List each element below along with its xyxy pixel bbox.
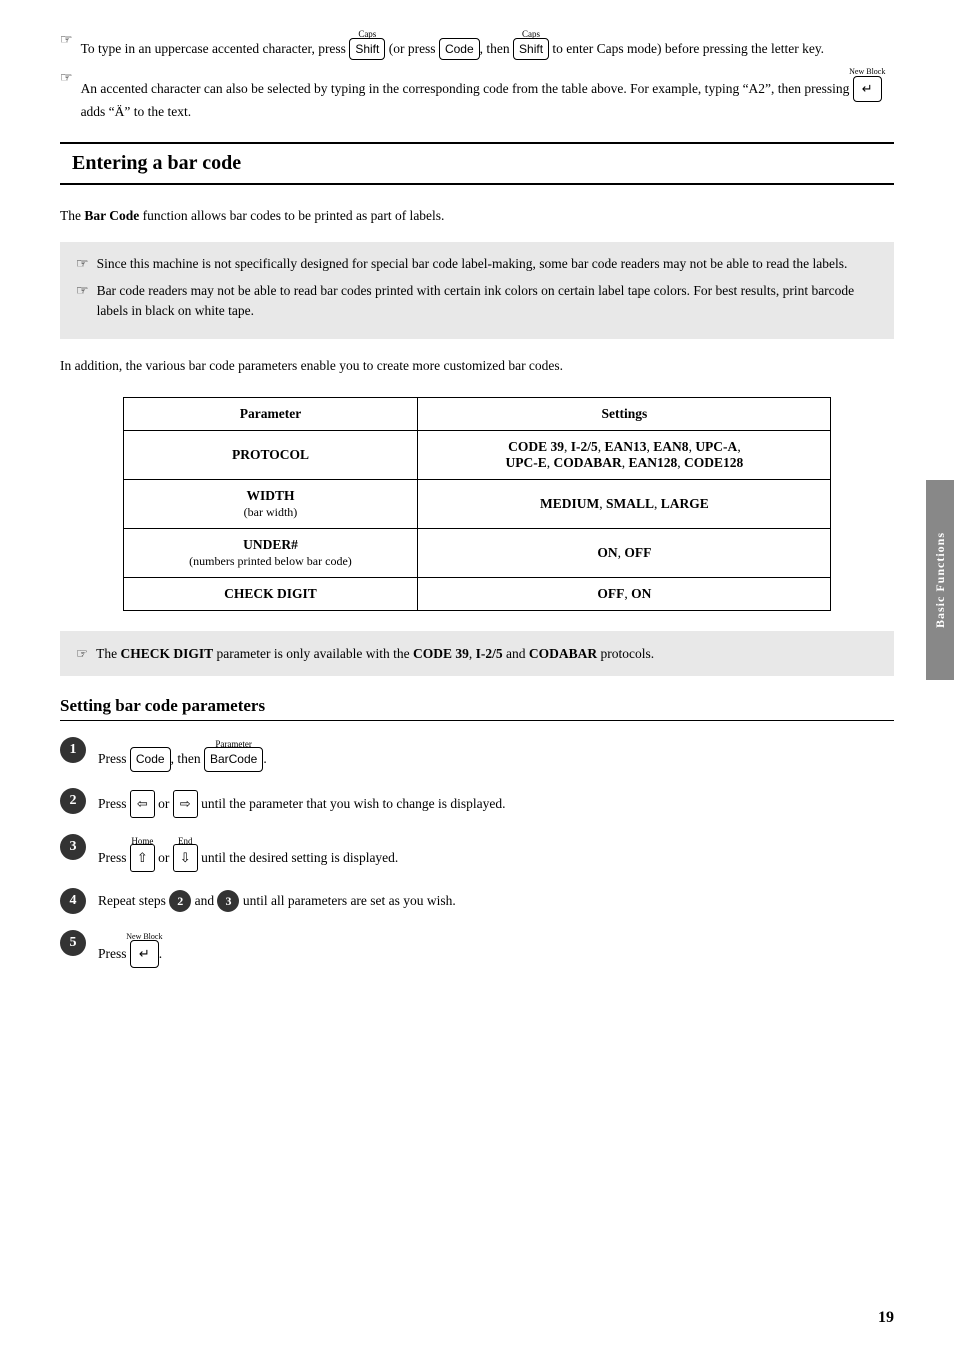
- step-1: 1 Press Code, then Parameter BarCode .: [60, 737, 894, 771]
- param-name-4: CHECK DIGIT: [224, 586, 317, 601]
- end-label: End: [178, 834, 193, 849]
- page: Basic Functions ☞ To type in an uppercas…: [0, 0, 954, 1357]
- note-item-2: ☞ An accented character can also be sele…: [60, 68, 894, 122]
- step-4: 4 Repeat steps 2 and 3 until all paramet…: [60, 888, 894, 914]
- barcode-key: BarCode: [204, 747, 263, 771]
- step-number-4: 4: [60, 888, 86, 914]
- shift-key-1: Shift: [349, 38, 385, 60]
- code-key-step1: Code: [130, 747, 171, 771]
- param-name-3: UNDER#: [243, 537, 298, 552]
- shift-key-caps-wrapper-2: Caps Shift: [513, 38, 549, 60]
- note-icon-3: ☞: [76, 256, 89, 273]
- table-row: WIDTH (bar width) MEDIUM, SMALL, LARGE: [123, 479, 831, 528]
- barcode-note-1: ☞ Since this machine is not specifically…: [76, 254, 878, 274]
- right-arrow-key: ⇨: [173, 790, 198, 818]
- enter-key-step5: ↵: [130, 940, 159, 968]
- table-cell-settings-4: OFF, ON: [418, 577, 831, 610]
- step-number-3: 3: [60, 834, 86, 860]
- table-row: UNDER# (numbers printed below bar code) …: [123, 528, 831, 577]
- note-text-2: An accented character can also be select…: [81, 68, 894, 122]
- step-number-2: 2: [60, 788, 86, 814]
- barcode-note-2: ☞ Bar code readers may not be able to re…: [76, 281, 878, 322]
- note-icon-4: ☞: [76, 283, 89, 300]
- table-cell-settings-3: ON, OFF: [418, 528, 831, 577]
- enter-key-wrapper-step5: New Block ↵: [130, 940, 159, 968]
- step-2: 2 Press ⇦ or ⇨ until the parameter that …: [60, 788, 894, 818]
- barcode-intro: The Bar Code function allows bar codes t…: [60, 205, 894, 227]
- check-digit-note-text: The CHECK DIGIT parameter is only availa…: [96, 643, 654, 665]
- top-notes: ☞ To type in an uppercase accented chara…: [60, 30, 894, 122]
- home-label: Home: [131, 834, 153, 849]
- steps-container: 1 Press Code, then Parameter BarCode . 2…: [60, 737, 894, 968]
- step-ref-3: 3: [217, 890, 239, 912]
- step-content-5: Press New Block ↵ .: [98, 930, 894, 968]
- step-ref-2: 2: [169, 890, 191, 912]
- table-cell-param-1: PROTOCOL: [123, 430, 418, 479]
- barcode-note-text-1: Since this machine is not specifically d…: [97, 254, 878, 274]
- note-icon-5: ☞: [76, 643, 88, 665]
- up-key-wrapper: Home ⇧: [130, 844, 155, 872]
- table-row: CHECK DIGIT OFF, ON: [123, 577, 831, 610]
- table-cell-settings-2: MEDIUM, SMALL, LARGE: [418, 479, 831, 528]
- table-cell-param-4: CHECK DIGIT: [123, 577, 418, 610]
- step-content-3: Press Home ⇧ or End ⇩ until the desired …: [98, 834, 894, 872]
- code-key-1: Code: [439, 38, 480, 60]
- table-cell-param-3: UNDER# (numbers printed below bar code): [123, 528, 418, 577]
- check-digit-note: ☞ The CHECK DIGIT parameter is only avai…: [60, 631, 894, 677]
- step-content-1: Press Code, then Parameter BarCode .: [98, 737, 894, 771]
- step-content-4: Repeat steps 2 and 3 until all parameter…: [98, 888, 894, 913]
- new-block-label-step5: New Block: [126, 930, 162, 944]
- barcode-grey-notes: ☞ Since this machine is not specifically…: [60, 242, 894, 339]
- step-5: 5 Press New Block ↵ .: [60, 930, 894, 968]
- side-tab: Basic Functions: [926, 480, 954, 680]
- param-sub-2: (bar width): [244, 505, 298, 519]
- barcode-key-wrapper: Parameter BarCode: [204, 747, 263, 771]
- table-cell-settings-1: CODE 39, I-2/5, EAN13, EAN8, UPC-A,UPC-E…: [418, 430, 831, 479]
- new-block-label-top: New Block: [849, 66, 885, 78]
- params-table: Parameter Settings PROTOCOL CODE 39, I-2…: [123, 397, 832, 611]
- table-header-settings: Settings: [418, 397, 831, 430]
- step-3: 3 Press Home ⇧ or End ⇩ until the desire…: [60, 834, 894, 872]
- barcode-note-text-2: Bar code readers may not be able to read…: [97, 281, 878, 322]
- setting-params-heading: Setting bar code parameters: [60, 696, 894, 721]
- entering-barcode-heading: Entering a bar code: [60, 142, 894, 185]
- table-row: PROTOCOL CODE 39, I-2/5, EAN13, EAN8, UP…: [123, 430, 831, 479]
- note-icon-1: ☞: [60, 32, 73, 49]
- step-number-5: 5: [60, 930, 86, 956]
- param-sub-3: (numbers printed below bar code): [189, 554, 352, 568]
- side-tab-label: Basic Functions: [933, 532, 948, 628]
- barcode-body: In addition, the various bar code parame…: [60, 355, 894, 377]
- shift-key-caps-wrapper: Caps Shift: [349, 38, 385, 60]
- enter-key-top: ↵: [853, 76, 882, 102]
- table-header-parameter: Parameter: [123, 397, 418, 430]
- note-text-1: To type in an uppercase accented charact…: [81, 30, 894, 60]
- left-arrow-key: ⇦: [130, 790, 155, 818]
- table-cell-param-2: WIDTH (bar width): [123, 479, 418, 528]
- param-name-2: WIDTH: [246, 488, 294, 503]
- note-icon-2: ☞: [60, 70, 73, 87]
- step-number-1: 1: [60, 737, 86, 763]
- page-number: 19: [878, 1309, 894, 1327]
- enter-key-wrapper-top: New Block ↵: [853, 76, 882, 102]
- note-item-1: ☞ To type in an uppercase accented chara…: [60, 30, 894, 60]
- param-name-1: PROTOCOL: [232, 447, 309, 462]
- down-key-wrapper: End ⇩: [173, 844, 198, 872]
- step-content-2: Press ⇦ or ⇨ until the parameter that yo…: [98, 788, 894, 818]
- shift-key-2: Shift: [513, 38, 549, 60]
